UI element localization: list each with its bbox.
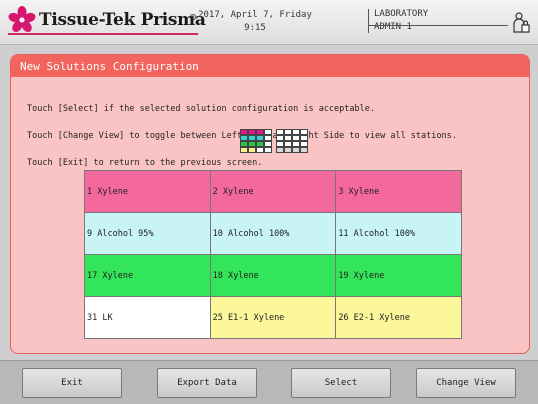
solutions-config-panel: New Solutions Configuration Touch [Selec… — [10, 54, 530, 354]
location-label: LABORATORY — [374, 9, 429, 19]
current-time: 9:15 — [244, 23, 266, 33]
station-cell[interactable]: 3 Xylene — [335, 170, 462, 213]
select-button[interactable]: Select — [291, 368, 391, 398]
station-cell[interactable]: 25 E1-1 Xylene — [209, 296, 337, 339]
mini-map-cell — [248, 147, 256, 153]
brand-logo: Tissue-Tek Prisma ® — [8, 6, 206, 36]
station-cell[interactable]: 11 Alcohol 100% — [335, 212, 462, 255]
user-label: ADMIN 1 — [374, 22, 412, 32]
mini-map-cell — [256, 147, 264, 153]
station-cell[interactable]: 26 E2-1 Xylene — [335, 296, 462, 339]
export-data-button[interactable]: Export Data — [157, 368, 257, 398]
mini-map-cell — [292, 147, 300, 153]
instruction-line: Touch [Select] if the selected solution … — [27, 104, 375, 114]
station-cell[interactable]: 10 Alcohol 100% — [209, 212, 337, 255]
station-cell[interactable]: 9 Alcohol 95% — [84, 212, 211, 255]
station-cell[interactable]: 18 Xylene — [209, 254, 337, 297]
station-cell[interactable]: 2 Xylene — [209, 170, 337, 213]
station-cell[interactable]: 31 LK — [84, 296, 211, 339]
panel-title-bar: New Solutions Configuration — [11, 55, 529, 77]
station-row: 1 Xylene 2 Xylene 3 Xylene — [84, 170, 462, 213]
panel-title: New Solutions Configuration — [20, 60, 199, 73]
change-view-button[interactable]: Change View — [416, 368, 516, 398]
brand-underline — [8, 33, 198, 35]
location-user-box: LABORATORY ADMIN 1 — [368, 9, 509, 33]
station-mini-map — [240, 129, 308, 165]
station-row: 17 Xylene 18 Xylene 19 Xylene — [84, 254, 462, 297]
station-row: 9 Alcohol 95% 10 Alcohol 100% 11 Alcohol 1… — [84, 212, 462, 255]
header-bar: Tissue-Tek Prisma ® 2017, April 7, Frida… — [0, 0, 538, 45]
exit-button[interactable]: Exit — [22, 368, 122, 398]
footer-toolbar: Exit Export Data Select Change View — [0, 360, 538, 404]
user-lock-icon[interactable] — [512, 12, 530, 34]
mini-map-cell — [264, 147, 272, 153]
mini-map-cell — [300, 147, 308, 153]
station-grid: 1 Xylene 2 Xylene 3 Xylene 9 Alcohol 95% 10 … — [84, 170, 462, 339]
current-date: 2017, April 7, Friday — [198, 10, 312, 20]
station-cell[interactable]: 19 Xylene — [335, 254, 462, 297]
sakura-flower-icon — [8, 6, 36, 33]
mini-map-cell — [276, 147, 284, 153]
station-cell[interactable]: 1 Xylene — [84, 170, 211, 213]
date-time-display: 2017, April 7, Friday 9:15 — [196, 9, 314, 35]
brand-name: Tissue-Tek Prisma — [39, 10, 206, 30]
location-divider — [368, 25, 508, 26]
station-cell[interactable]: 17 Xylene — [84, 254, 211, 297]
mini-map-cell — [284, 147, 292, 153]
mini-map-cell — [240, 147, 248, 153]
station-row: 31 LK 25 E1-1 Xylene 26 E2-1 Xylene — [84, 296, 462, 339]
